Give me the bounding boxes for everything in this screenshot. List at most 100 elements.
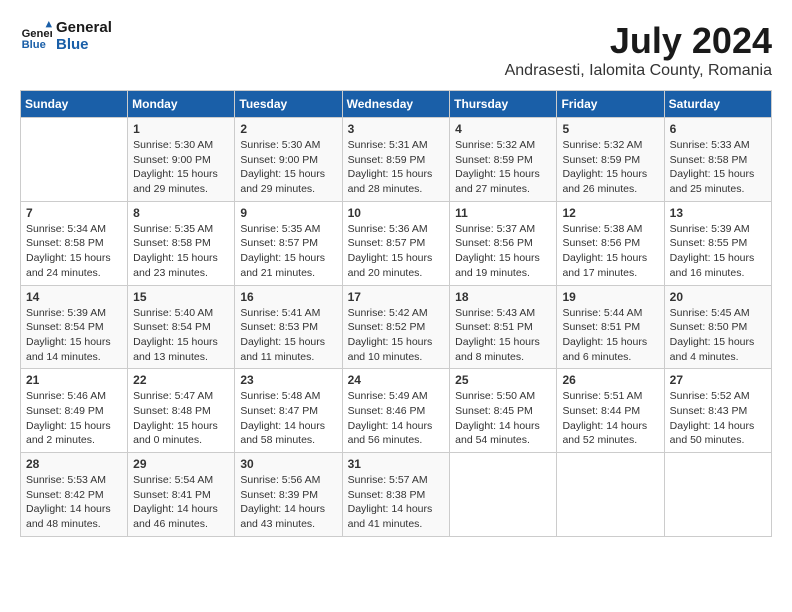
calendar-cell: 24 Sunrise: 5:49 AM Sunset: 8:46 PM Dayli… (342, 369, 450, 453)
day-number: 24 (348, 373, 445, 387)
day-info: Sunrise: 5:53 AM Sunset: 8:42 PM Dayligh… (26, 473, 122, 532)
day-number: 28 (26, 457, 122, 471)
day-number: 2 (240, 122, 336, 136)
calendar-cell: 15 Sunrise: 5:40 AM Sunset: 8:54 PM Dayli… (128, 285, 235, 369)
day-info: Sunrise: 5:36 AM Sunset: 8:57 PM Dayligh… (348, 222, 445, 281)
calendar-cell: 28 Sunrise: 5:53 AM Sunset: 8:42 PM Dayli… (21, 453, 128, 537)
calendar-cell: 19 Sunrise: 5:44 AM Sunset: 8:51 PM Dayli… (557, 285, 664, 369)
calendar-cell: 6Sunrise: 5:33 AM Sunset: 8:58 PM Daylig… (664, 118, 771, 202)
day-info: Sunrise: 5:54 AM Sunset: 8:41 PM Dayligh… (133, 473, 229, 532)
calendar-cell (450, 453, 557, 537)
calendar-cell: 1 Sunrise: 5:30 AM Sunset: 9:00 PM Daylig… (128, 118, 235, 202)
day-info: Sunrise: 5:47 AM Sunset: 8:48 PM Dayligh… (133, 389, 229, 448)
day-number: 3 (348, 122, 445, 136)
day-info: Sunrise: 5:39 AM Sunset: 8:54 PM Dayligh… (26, 306, 122, 365)
day-info: Sunrise: 5:39 AM Sunset: 8:55 PM Dayligh… (670, 222, 766, 281)
calendar-cell: 11 Sunrise: 5:37 AM Sunset: 8:56 PM Dayli… (450, 201, 557, 285)
day-info: Sunrise: 5:50 AM Sunset: 8:45 PM Dayligh… (455, 389, 551, 448)
day-info: Sunrise: 5:41 AM Sunset: 8:53 PM Dayligh… (240, 306, 336, 365)
day-info: Sunrise: 5:32 AM Sunset: 8:59 PM Dayligh… (455, 138, 551, 197)
day-info: Sunrise: 5:37 AM Sunset: 8:56 PM Dayligh… (455, 222, 551, 281)
logo: General Blue General Blue (20, 20, 112, 53)
calendar-cell: 14 Sunrise: 5:39 AM Sunset: 8:54 PM Dayli… (21, 285, 128, 369)
day-info: Sunrise: 5:56 AM Sunset: 8:39 PM Dayligh… (240, 473, 336, 532)
day-number: 25 (455, 373, 551, 387)
day-info: Sunrise: 5:43 AM Sunset: 8:51 PM Dayligh… (455, 306, 551, 365)
title-block: July 2024 Andrasesti, Ialomita County, R… (505, 20, 772, 80)
day-info: Sunrise: 5:52 AM Sunset: 8:43 PM Dayligh… (670, 389, 766, 448)
day-info: Sunrise: 5:33 AM Sunset: 8:58 PM Dayligh… (670, 138, 766, 197)
calendar-cell: 7Sunrise: 5:34 AM Sunset: 8:58 PM Daylig… (21, 201, 128, 285)
calendar-cell: 13 Sunrise: 5:39 AM Sunset: 8:55 PM Dayli… (664, 201, 771, 285)
calendar-cell: 25 Sunrise: 5:50 AM Sunset: 8:45 PM Dayli… (450, 369, 557, 453)
calendar-cell: 29 Sunrise: 5:54 AM Sunset: 8:41 PM Dayli… (128, 453, 235, 537)
day-number: 12 (562, 206, 658, 220)
day-number: 26 (562, 373, 658, 387)
day-number: 20 (670, 290, 766, 304)
day-number: 29 (133, 457, 229, 471)
calendar-cell: 22 Sunrise: 5:47 AM Sunset: 8:48 PM Dayli… (128, 369, 235, 453)
calendar-week-row: 1 Sunrise: 5:30 AM Sunset: 9:00 PM Daylig… (21, 118, 772, 202)
day-number: 14 (26, 290, 122, 304)
day-info: Sunrise: 5:31 AM Sunset: 8:59 PM Dayligh… (348, 138, 445, 197)
calendar-cell: 5 Sunrise: 5:32 AM Sunset: 8:59 PM Daylig… (557, 118, 664, 202)
day-number: 30 (240, 457, 336, 471)
calendar-cell (21, 118, 128, 202)
day-number: 10 (348, 206, 445, 220)
logo-line2: Blue (56, 37, 112, 54)
day-number: 27 (670, 373, 766, 387)
calendar-cell: 27 Sunrise: 5:52 AM Sunset: 8:43 PM Dayli… (664, 369, 771, 453)
column-header-thursday: Thursday (450, 91, 557, 118)
day-info: Sunrise: 5:35 AM Sunset: 8:57 PM Dayligh… (240, 222, 336, 281)
day-info: Sunrise: 5:51 AM Sunset: 8:44 PM Dayligh… (562, 389, 658, 448)
logo-line1: General (56, 20, 112, 37)
calendar-body: 1 Sunrise: 5:30 AM Sunset: 9:00 PM Daylig… (21, 118, 772, 537)
day-info: Sunrise: 5:49 AM Sunset: 8:46 PM Dayligh… (348, 389, 445, 448)
svg-text:Blue: Blue (22, 39, 46, 51)
day-number: 5 (562, 122, 658, 136)
calendar-cell: 23Sunrise: 5:48 AM Sunset: 8:47 PM Dayli… (235, 369, 342, 453)
day-number: 17 (348, 290, 445, 304)
calendar-cell: 30 Sunrise: 5:56 AM Sunset: 8:39 PM Dayli… (235, 453, 342, 537)
day-number: 19 (562, 290, 658, 304)
day-info: Sunrise: 5:42 AM Sunset: 8:52 PM Dayligh… (348, 306, 445, 365)
column-header-monday: Monday (128, 91, 235, 118)
calendar-week-row: 14 Sunrise: 5:39 AM Sunset: 8:54 PM Dayli… (21, 285, 772, 369)
calendar-cell: 17 Sunrise: 5:42 AM Sunset: 8:52 PM Dayli… (342, 285, 450, 369)
day-info: Sunrise: 5:35 AM Sunset: 8:58 PM Dayligh… (133, 222, 229, 281)
calendar-cell: 10 Sunrise: 5:36 AM Sunset: 8:57 PM Dayli… (342, 201, 450, 285)
day-info: Sunrise: 5:32 AM Sunset: 8:59 PM Dayligh… (562, 138, 658, 197)
calendar-header-row: SundayMondayTuesdayWednesdayThursdayFrid… (21, 91, 772, 118)
day-number: 13 (670, 206, 766, 220)
day-info: Sunrise: 5:44 AM Sunset: 8:51 PM Dayligh… (562, 306, 658, 365)
day-number: 11 (455, 206, 551, 220)
column-header-wednesday: Wednesday (342, 91, 450, 118)
column-header-friday: Friday (557, 91, 664, 118)
location-title: Andrasesti, Ialomita County, Romania (505, 62, 772, 80)
month-title: July 2024 (505, 20, 772, 62)
day-info: Sunrise: 5:30 AM Sunset: 9:00 PM Dayligh… (240, 138, 336, 197)
column-header-tuesday: Tuesday (235, 91, 342, 118)
page-header: General Blue General Blue July 2024 Andr… (20, 20, 772, 80)
calendar-table: SundayMondayTuesdayWednesdayThursdayFrid… (20, 90, 772, 537)
day-number: 16 (240, 290, 336, 304)
day-info: Sunrise: 5:38 AM Sunset: 8:56 PM Dayligh… (562, 222, 658, 281)
day-info: Sunrise: 5:45 AM Sunset: 8:50 PM Dayligh… (670, 306, 766, 365)
calendar-cell: 31Sunrise: 5:57 AM Sunset: 8:38 PM Dayli… (342, 453, 450, 537)
calendar-cell: 18Sunrise: 5:43 AM Sunset: 8:51 PM Dayli… (450, 285, 557, 369)
calendar-cell: 2 Sunrise: 5:30 AM Sunset: 9:00 PM Daylig… (235, 118, 342, 202)
calendar-cell (664, 453, 771, 537)
calendar-cell: 9 Sunrise: 5:35 AM Sunset: 8:57 PM Daylig… (235, 201, 342, 285)
day-number: 15 (133, 290, 229, 304)
day-number: 9 (240, 206, 336, 220)
logo-icon: General Blue (20, 21, 52, 53)
day-info: Sunrise: 5:34 AM Sunset: 8:58 PM Dayligh… (26, 222, 122, 281)
calendar-cell (557, 453, 664, 537)
day-number: 22 (133, 373, 229, 387)
day-info: Sunrise: 5:30 AM Sunset: 9:00 PM Dayligh… (133, 138, 229, 197)
calendar-cell: 3 Sunrise: 5:31 AM Sunset: 8:59 PM Daylig… (342, 118, 450, 202)
calendar-cell: 26 Sunrise: 5:51 AM Sunset: 8:44 PM Dayli… (557, 369, 664, 453)
day-number: 1 (133, 122, 229, 136)
day-info: Sunrise: 5:40 AM Sunset: 8:54 PM Dayligh… (133, 306, 229, 365)
day-info: Sunrise: 5:48 AM Sunset: 8:47 PM Dayligh… (240, 389, 336, 448)
